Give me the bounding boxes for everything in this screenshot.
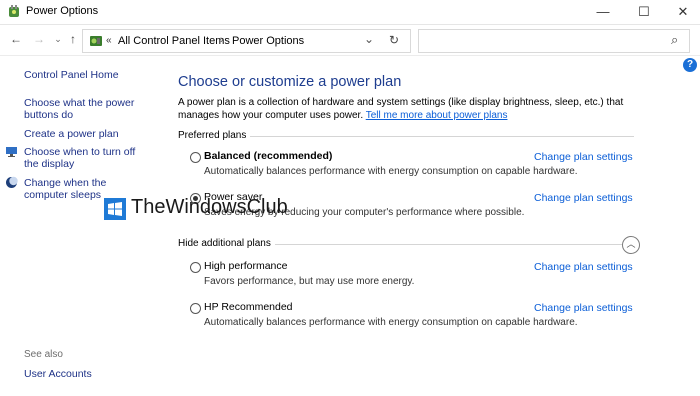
sleep-moon-icon xyxy=(6,176,18,188)
search-input[interactable]: ⌕ xyxy=(418,29,690,53)
breadcrumb-power-options[interactable]: Power Options xyxy=(232,35,304,47)
monitor-shield-icon xyxy=(6,147,17,157)
hide-additional-plans-label[interactable]: Hide additional plans xyxy=(178,238,275,249)
high-performance-change-settings-link[interactable]: Change plan settings xyxy=(534,261,633,273)
recent-locations-chevron-icon[interactable]: ⌄ xyxy=(51,34,65,45)
up-arrow-icon[interactable]: ↑ xyxy=(66,32,80,46)
address-dropdown-icon[interactable]: ⌄ xyxy=(364,32,374,46)
see-also-label: See also xyxy=(24,349,63,360)
refresh-icon[interactable]: ↻ xyxy=(389,33,399,47)
hp-recommended-change-settings-link[interactable]: Change plan settings xyxy=(534,302,633,314)
sidebar-control-panel-home[interactable]: Control Panel Home xyxy=(24,69,119,81)
high-performance-plan-desc: Favors performance, but may use more ene… xyxy=(204,276,415,287)
sidebar-turn-off-display[interactable]: Choose when to turn off the display xyxy=(24,146,149,170)
search-icon[interactable]: ⌕ xyxy=(671,32,678,48)
window-title: Power Options xyxy=(26,5,99,17)
preferred-plans-label: Preferred plans xyxy=(178,130,251,141)
balanced-plan-desc: Automatically balances performance with … xyxy=(204,166,578,177)
minimize-button[interactable]: — xyxy=(586,0,620,24)
breadcrumb[interactable]: « All Control Panel Items › Power Option… xyxy=(82,29,411,53)
breadcrumb-separator: › xyxy=(220,34,224,46)
address-bar: ← → ⌄ ↑ « All Control Panel Items › Powe… xyxy=(0,25,700,56)
more-info-link[interactable]: Tell me more about power plans xyxy=(366,110,508,121)
hp-recommended-radio[interactable] xyxy=(190,303,201,314)
breadcrumb-all-items[interactable]: All Control Panel Items xyxy=(118,35,230,47)
help-icon[interactable]: ? xyxy=(683,58,697,72)
sidebar-create-plan[interactable]: Create a power plan xyxy=(24,128,119,140)
balanced-radio[interactable] xyxy=(190,152,201,163)
hp-recommended-plan-desc: Automatically balances performance with … xyxy=(204,317,578,328)
balanced-change-settings-link[interactable]: Change plan settings xyxy=(534,151,633,163)
breadcrumb-overflow[interactable]: « xyxy=(106,35,112,46)
high-performance-plan-name[interactable]: High performance xyxy=(204,260,287,272)
sidebar: Control Panel Home Choose what the power… xyxy=(0,56,160,396)
windows-logo-icon xyxy=(104,198,126,220)
balanced-plan-name[interactable]: Balanced (recommended) xyxy=(204,150,332,162)
title-bar: Power Options — ☐ ✕ xyxy=(0,0,700,25)
power-saver-change-settings-link[interactable]: Change plan settings xyxy=(534,192,633,204)
watermark-text: TheWindowsClub xyxy=(131,196,288,218)
back-arrow-icon[interactable]: ← xyxy=(9,32,23,46)
power-options-icon xyxy=(9,5,19,17)
hp-recommended-plan-name[interactable]: HP Recommended xyxy=(204,301,293,313)
intro-text: A power plan is a collection of hardware… xyxy=(178,96,648,122)
control-panel-icon xyxy=(90,36,102,46)
sidebar-power-buttons[interactable]: Choose what the power buttons do xyxy=(24,97,142,121)
maximize-button[interactable]: ☐ xyxy=(627,0,661,24)
sidebar-user-accounts[interactable]: User Accounts xyxy=(24,368,92,380)
collapse-chevron-icon[interactable]: ︿ xyxy=(622,236,640,254)
high-performance-radio[interactable] xyxy=(190,262,201,273)
close-button[interactable]: ✕ xyxy=(666,0,700,24)
page-title: Choose or customize a power plan xyxy=(178,74,402,90)
forward-arrow-icon[interactable]: → xyxy=(32,32,46,46)
